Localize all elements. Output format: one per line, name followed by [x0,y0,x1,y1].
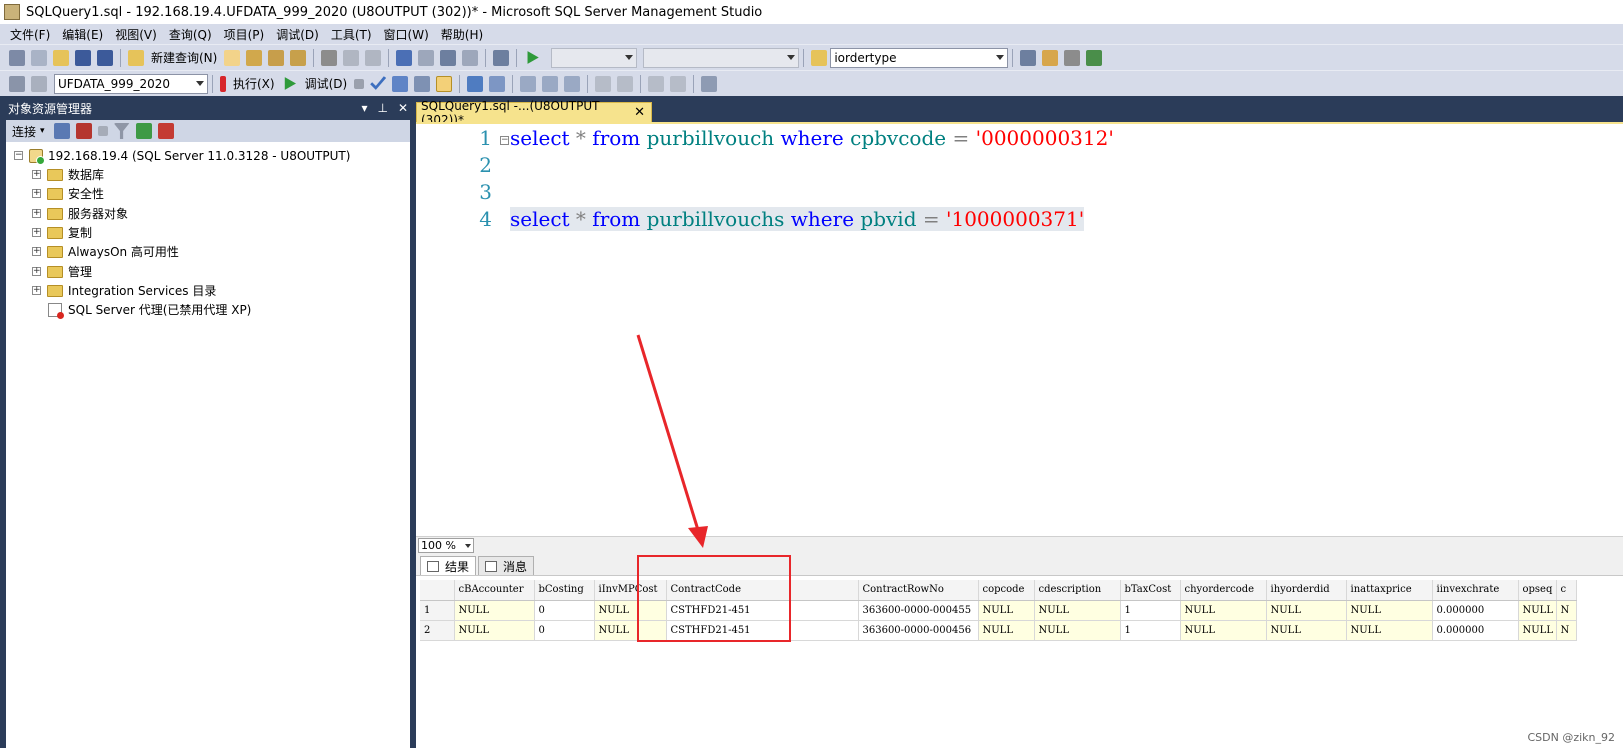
annotation-arrow-head [688,526,708,548]
annotation-arrow-shaft [636,334,700,531]
annotation-highlight-box [637,555,791,642]
watermark-text: CSDN @zikn_92 [1527,731,1615,744]
annotation-overlay [636,334,708,548]
